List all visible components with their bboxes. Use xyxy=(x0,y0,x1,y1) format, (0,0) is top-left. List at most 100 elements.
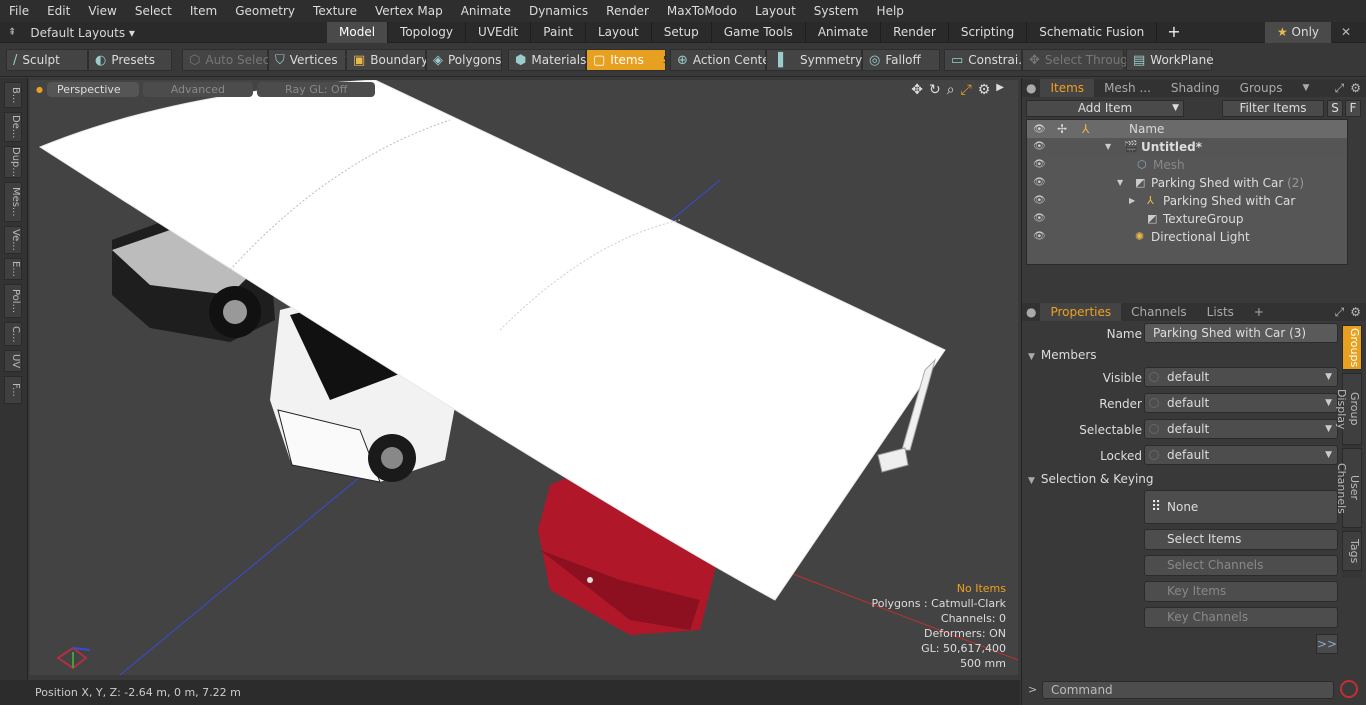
tab-mesh[interactable]: Mesh ... xyxy=(1094,79,1161,97)
menu-help[interactable]: Help xyxy=(868,0,913,22)
maximize-icon[interactable]: ⤢ xyxy=(1335,81,1345,96)
selection-keying-section[interactable]: ▼ Selection & Keying xyxy=(1028,472,1154,486)
select-items-button[interactable]: Select Items xyxy=(1144,529,1338,550)
none-button[interactable]: ⠿ None xyxy=(1144,490,1338,524)
name-field[interactable]: Parking Shed with Car (3) xyxy=(1144,323,1338,343)
menu-dynamics[interactable]: Dynamics xyxy=(520,0,597,22)
eye-icon[interactable]: 👁 xyxy=(1033,174,1046,192)
strip-tab-basic[interactable]: B... xyxy=(4,82,22,108)
fit-icon[interactable]: ⤢ xyxy=(961,82,972,98)
strip-tab-vertex[interactable]: Ve... xyxy=(4,226,22,254)
filter-items-input[interactable]: Filter Items xyxy=(1222,100,1324,117)
expand-triangle-icon[interactable]: ▼ xyxy=(1105,138,1111,156)
eye-icon[interactable]: 👁 xyxy=(1033,138,1046,156)
tab-layout[interactable]: Layout xyxy=(586,22,652,43)
menu-item[interactable]: Item xyxy=(181,0,226,22)
add-tab-icon[interactable]: + xyxy=(1157,22,1190,43)
tab-setup[interactable]: Setup xyxy=(652,22,712,43)
expand-triangle-icon[interactable]: ▼ xyxy=(1117,174,1123,192)
list-item[interactable]: 👁 ▼ ◩ Parking Shed with Car (2) xyxy=(1027,174,1347,192)
command-input[interactable]: Command xyxy=(1042,681,1334,699)
strip-tab-fusion[interactable]: F... xyxy=(4,376,22,404)
side-tab-group-display[interactable]: Group Display xyxy=(1335,373,1362,445)
list-item[interactable]: 👁 ▼ 🎬 Untitled* xyxy=(1027,138,1347,156)
f-button[interactable]: F xyxy=(1345,100,1361,117)
panel-grip-icon[interactable]: ● xyxy=(1022,303,1040,321)
tab-game-tools[interactable]: Game Tools xyxy=(712,22,806,43)
axis-column-icon[interactable]: ⅄ xyxy=(1082,122,1089,136)
vertices-button[interactable]: ⛉Vertices1 xyxy=(268,49,351,71)
menu-vertex-map[interactable]: Vertex Map xyxy=(366,0,452,22)
workplane-button[interactable]: ▤ WorkPlane xyxy=(1126,49,1214,71)
list-item[interactable]: 👁 ▶ ⅄ Parking Shed with Car xyxy=(1027,192,1347,210)
side-tab-tags[interactable]: Tags xyxy=(1342,531,1362,571)
strip-tab-deform[interactable]: De... xyxy=(4,112,22,142)
strip-tab-curve[interactable]: C... xyxy=(4,322,22,346)
menu-texture[interactable]: Texture xyxy=(304,0,366,22)
more-button[interactable]: >> xyxy=(1316,634,1338,654)
menu-geometry[interactable]: Geometry xyxy=(226,0,304,22)
strip-tab-edge[interactable]: E... xyxy=(4,258,22,280)
action-center-button[interactable]: ⊕ Action Center xyxy=(670,49,775,71)
viewport-tab-perspective[interactable]: Perspective xyxy=(46,81,139,97)
tab-render[interactable]: Render xyxy=(881,22,949,43)
select-through-button[interactable]: ✥ Select Through xyxy=(1022,49,1136,71)
panel-gear-icon[interactable]: ⚙ xyxy=(1350,305,1361,319)
key-channels-button[interactable]: Key Channels xyxy=(1144,607,1338,628)
gear-icon[interactable]: ⚙ xyxy=(978,82,991,98)
add-item-button[interactable]: Add Item ▼ xyxy=(1026,100,1184,117)
record-icon[interactable] xyxy=(1340,680,1358,698)
menu-file[interactable]: File xyxy=(0,0,38,22)
tab-properties[interactable]: Properties xyxy=(1040,303,1122,321)
select-channels-button[interactable]: Select Channels xyxy=(1144,555,1338,576)
tab-items[interactable]: Items xyxy=(1040,79,1095,97)
lock-column-icon[interactable]: ✢ xyxy=(1057,122,1067,136)
presets-button[interactable]: ◐ Presets xyxy=(88,49,172,71)
expand-right-icon[interactable]: ▶ xyxy=(996,82,1004,98)
rotate-icon[interactable]: ↻ xyxy=(929,82,941,98)
tab-animate[interactable]: Animate xyxy=(806,22,882,43)
strip-tab-uv[interactable]: UV xyxy=(4,350,22,372)
eye-icon[interactable]: 👁 xyxy=(1033,210,1046,228)
polygons-button[interactable]: ◈ Polygons xyxy=(426,49,502,71)
tab-uvedit[interactable]: UVEdit xyxy=(466,22,532,43)
3d-viewport[interactable]: ● Perspective Advanced Ray GL: Off ✥ ↻ ⌕… xyxy=(30,80,1018,675)
tab-lists[interactable]: Lists xyxy=(1197,303,1244,321)
visible-dropdown[interactable]: default ▼ xyxy=(1144,367,1338,387)
tab-paint[interactable]: Paint xyxy=(531,22,586,43)
strip-tab-duplicate[interactable]: Dup... xyxy=(4,146,22,178)
panel-gear-icon[interactable]: ⚙ xyxy=(1350,81,1361,95)
pan-icon[interactable]: ✥ xyxy=(911,82,923,98)
list-item[interactable]: 👁 ✺ Directional Light xyxy=(1027,228,1347,246)
tab-groups[interactable]: Groups xyxy=(1230,79,1293,97)
locked-dropdown[interactable]: default ▼ xyxy=(1144,445,1338,465)
collapse-triangle-icon[interactable]: ▶ xyxy=(1129,192,1135,210)
visibility-column-icon[interactable]: 👁 xyxy=(1033,124,1046,135)
tab-schematic-fusion[interactable]: Schematic Fusion xyxy=(1027,22,1158,43)
side-tab-user-channels[interactable]: User Channels xyxy=(1335,448,1362,528)
side-tab-groups[interactable]: Groups xyxy=(1342,325,1362,370)
viewport-menu-dot-icon[interactable]: ● xyxy=(36,85,43,94)
list-item[interactable]: 👁 ⬡ Mesh xyxy=(1027,156,1347,174)
s-button[interactable]: S xyxy=(1327,100,1343,117)
render-dropdown[interactable]: default ▼ xyxy=(1144,393,1338,413)
only-toggle[interactable]: ★ Only xyxy=(1265,22,1331,43)
tabs-dropdown-icon[interactable]: ▼ xyxy=(1292,79,1319,97)
add-tab-icon[interactable]: + xyxy=(1244,303,1274,321)
strip-tab-polygon[interactable]: Pol... xyxy=(4,284,22,318)
menu-edit[interactable]: Edit xyxy=(38,0,79,22)
items-button[interactable]: ▢ Items 5 xyxy=(586,49,669,71)
close-icon[interactable]: ✕ xyxy=(1341,22,1351,43)
list-item[interactable]: 👁 ◩ TextureGroup xyxy=(1027,210,1347,228)
panel-grip-icon[interactable]: ● xyxy=(1022,79,1040,97)
tab-channels[interactable]: Channels xyxy=(1121,303,1197,321)
key-items-button[interactable]: Key Items xyxy=(1144,581,1338,602)
eye-icon[interactable]: 👁 xyxy=(1033,156,1046,174)
auto-select-button[interactable]: ⬡ Auto Select xyxy=(182,49,274,71)
menu-animate[interactable]: Animate xyxy=(452,0,520,22)
tab-model[interactable]: Model xyxy=(327,22,389,43)
menu-system[interactable]: System xyxy=(805,0,868,22)
name-column-header[interactable]: Name xyxy=(1129,122,1164,136)
eye-icon[interactable]: 👁 xyxy=(1033,228,1046,246)
zoom-icon[interactable]: ⌕ xyxy=(947,82,955,98)
